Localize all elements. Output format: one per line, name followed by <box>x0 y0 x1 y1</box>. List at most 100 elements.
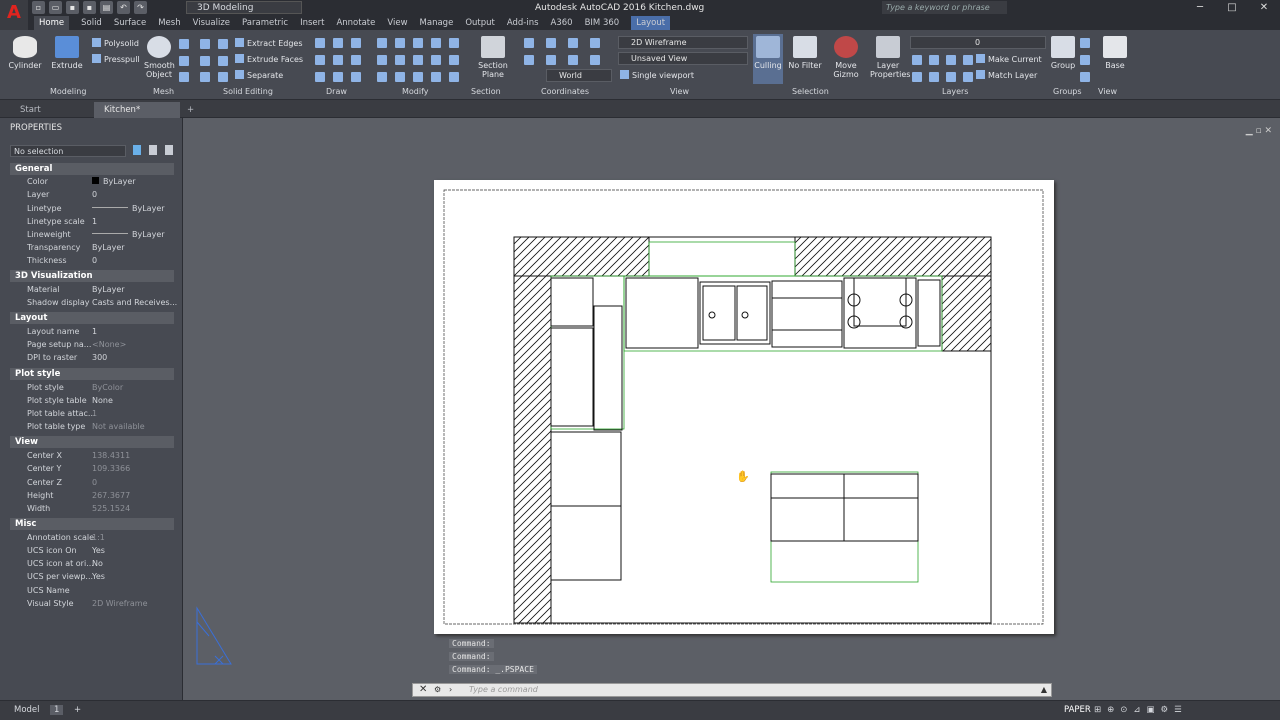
section-plane-button[interactable]: Section Plane <box>476 36 510 79</box>
wrench-icon[interactable]: ⚙ <box>434 685 441 694</box>
prop-value[interactable]: Yes <box>92 572 105 581</box>
section-plot-style[interactable]: Plot style <box>10 368 174 380</box>
prop-value[interactable]: 1:1 <box>92 533 105 542</box>
prop-value[interactable]: ByLayer <box>92 177 136 186</box>
join-icon[interactable] <box>413 72 423 82</box>
section-layout[interactable]: Layout <box>10 312 174 324</box>
ribbon-tab-bim360[interactable]: BIM 360 <box>585 16 620 30</box>
make-current-button[interactable]: Make Current <box>976 54 1042 64</box>
explode-icon[interactable] <box>449 55 459 65</box>
ucs-icon[interactable] <box>590 55 600 65</box>
prop-value[interactable]: 2D Wireframe <box>92 599 148 608</box>
redo-icon[interactable]: ↷ <box>134 1 147 14</box>
close-icon[interactable]: ✕ <box>419 684 427 695</box>
ribbon-tab-mesh[interactable]: Mesh <box>158 16 180 30</box>
scale-icon[interactable] <box>395 55 405 65</box>
no-filter-button[interactable]: No Filter <box>788 36 822 70</box>
close-button[interactable]: ✕ <box>1248 0 1280 16</box>
match-layer-button[interactable]: Match Layer <box>976 70 1037 80</box>
section-view[interactable]: View <box>10 436 174 448</box>
application-menu-button[interactable]: A <box>0 0 28 30</box>
search-input[interactable]: Type a keyword or phrase <box>882 1 1007 14</box>
group-button[interactable]: Group <box>1050 36 1076 70</box>
plot-icon[interactable]: ▤ <box>100 1 113 14</box>
ribbon-tab-view[interactable]: View <box>387 16 407 30</box>
section-general[interactable]: General <box>10 163 174 175</box>
layer-tool-icon[interactable] <box>912 72 922 82</box>
base-view-button[interactable]: Base <box>1102 36 1128 70</box>
tab-kitchen[interactable]: Kitchen* <box>94 102 180 118</box>
polysolid-button[interactable]: Polysolid <box>92 38 139 48</box>
stretch-icon[interactable] <box>377 72 387 82</box>
section-misc[interactable]: Misc <box>10 518 174 530</box>
solid-tool-icon[interactable] <box>218 56 228 66</box>
ribbon-tab-manage[interactable]: Manage <box>420 16 454 30</box>
ribbon-tab-surface[interactable]: Surface <box>114 16 146 30</box>
union-icon[interactable] <box>200 39 210 49</box>
separate-button[interactable]: Separate <box>235 70 283 80</box>
select-objects-icon[interactable] <box>149 145 157 155</box>
paper-space-toggle[interactable]: PAPER <box>1064 705 1091 715</box>
rectangle-icon[interactable] <box>333 55 343 65</box>
viewport-window-controls[interactable]: ▁ ▫ ✕ <box>1246 126 1272 136</box>
layer-tool-icon[interactable] <box>963 55 973 65</box>
group-tool-icon[interactable] <box>1080 38 1090 48</box>
group-tool-icon[interactable] <box>1080 72 1090 82</box>
prop-value[interactable]: 1 <box>92 217 97 226</box>
presspull-button[interactable]: Presspull <box>92 54 140 64</box>
section-3d-visualization[interactable]: 3D Visualization <box>10 270 174 282</box>
layer-tool-icon[interactable] <box>929 55 939 65</box>
fillet-icon[interactable] <box>377 55 387 65</box>
layer-tool-icon[interactable] <box>912 55 922 65</box>
layer-tool-icon[interactable] <box>929 72 939 82</box>
prop-value[interactable]: ByLayer <box>92 285 125 294</box>
ribbon-tab-solid[interactable]: Solid <box>81 16 102 30</box>
prop-value[interactable]: None <box>92 396 113 405</box>
prop-value[interactable]: 0 <box>92 190 97 199</box>
visual-style-dropdown[interactable]: 2D Wireframe <box>618 36 748 49</box>
ribbon-tab-a360[interactable]: A360 <box>551 16 573 30</box>
layer-tool-icon[interactable] <box>963 72 973 82</box>
smooth-object-button[interactable]: Smooth Object <box>144 36 175 79</box>
ucs-icon[interactable] <box>546 55 556 65</box>
ribbon-tab-output[interactable]: Output <box>465 16 495 30</box>
prop-value[interactable]: 109.3366 <box>92 464 130 473</box>
tab-layout-1[interactable]: 1 <box>50 705 64 715</box>
move-icon[interactable] <box>377 38 387 48</box>
layer-tool-icon[interactable] <box>946 55 956 65</box>
ribbon-tab-visualize[interactable]: Visualize <box>193 16 230 30</box>
cylinder-button[interactable]: Cylinder <box>8 36 42 70</box>
prop-value[interactable]: 0 <box>92 256 97 265</box>
ucs-icon[interactable] <box>524 38 534 48</box>
expand-history-icon[interactable]: ▲ <box>1041 685 1047 694</box>
new-icon[interactable]: ▫ <box>32 1 45 14</box>
extract-edges-button[interactable]: Extract Edges <box>235 38 303 48</box>
trim-icon[interactable] <box>413 38 423 48</box>
selection-dropdown[interactable]: No selection <box>10 145 126 157</box>
prop-value[interactable]: ByColor <box>92 383 123 392</box>
command-input[interactable]: Type a command <box>469 685 538 694</box>
prop-value[interactable]: 267.3677 <box>92 491 130 500</box>
rotate-icon[interactable] <box>395 38 405 48</box>
saveas-icon[interactable]: ▪ <box>83 1 96 14</box>
mesh-tool-icon[interactable] <box>179 39 189 49</box>
ucs-icon[interactable] <box>524 55 534 65</box>
circle-icon[interactable] <box>351 55 361 65</box>
mesh-tool-icon[interactable] <box>179 72 189 82</box>
mirror-icon[interactable] <box>449 38 459 48</box>
open-icon[interactable]: ▭ <box>49 1 62 14</box>
layer-dropdown[interactable]: 0 <box>910 36 1046 49</box>
minimize-button[interactable]: ─ <box>1184 0 1216 16</box>
prop-value[interactable]: 0 <box>92 478 97 487</box>
ucs-icon[interactable] <box>590 38 600 48</box>
copy-icon[interactable] <box>431 38 441 48</box>
erase-icon[interactable] <box>431 55 441 65</box>
solid-tool-icon[interactable] <box>218 39 228 49</box>
polyline-icon[interactable] <box>333 38 343 48</box>
ribbon-tab-insert[interactable]: Insert <box>300 16 324 30</box>
layer-properties-button[interactable]: Layer Properties <box>870 36 910 79</box>
status-toggles[interactable]: ⊞⊕⊙⊿▣⚙☰ <box>1094 705 1188 715</box>
extrude-button[interactable]: Extrude <box>50 36 84 70</box>
prop-value[interactable]: Yes <box>92 546 105 555</box>
prop-value[interactable]: 300 <box>92 353 107 362</box>
